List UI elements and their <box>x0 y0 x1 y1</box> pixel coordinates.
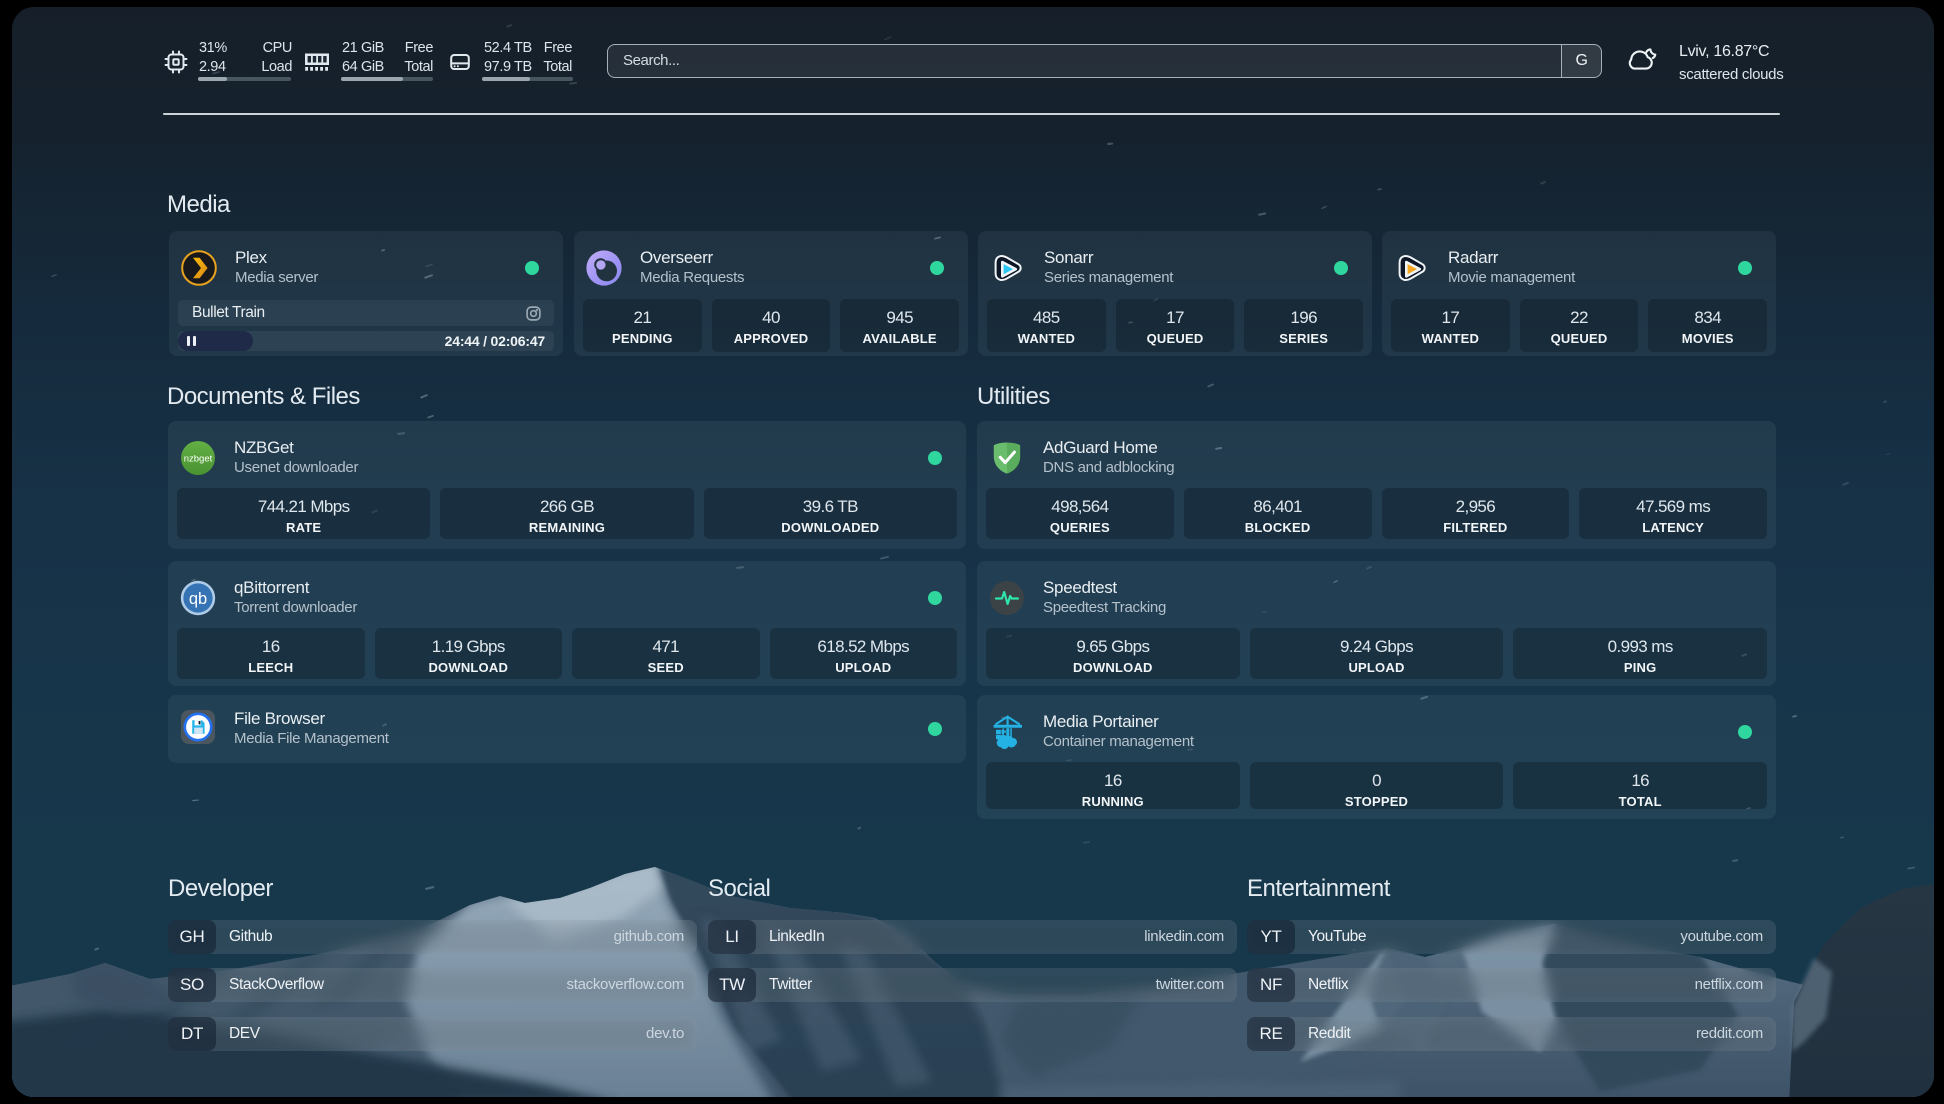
svg-text:nzbget: nzbget <box>184 454 213 465</box>
svg-text:qb: qb <box>189 590 207 608</box>
